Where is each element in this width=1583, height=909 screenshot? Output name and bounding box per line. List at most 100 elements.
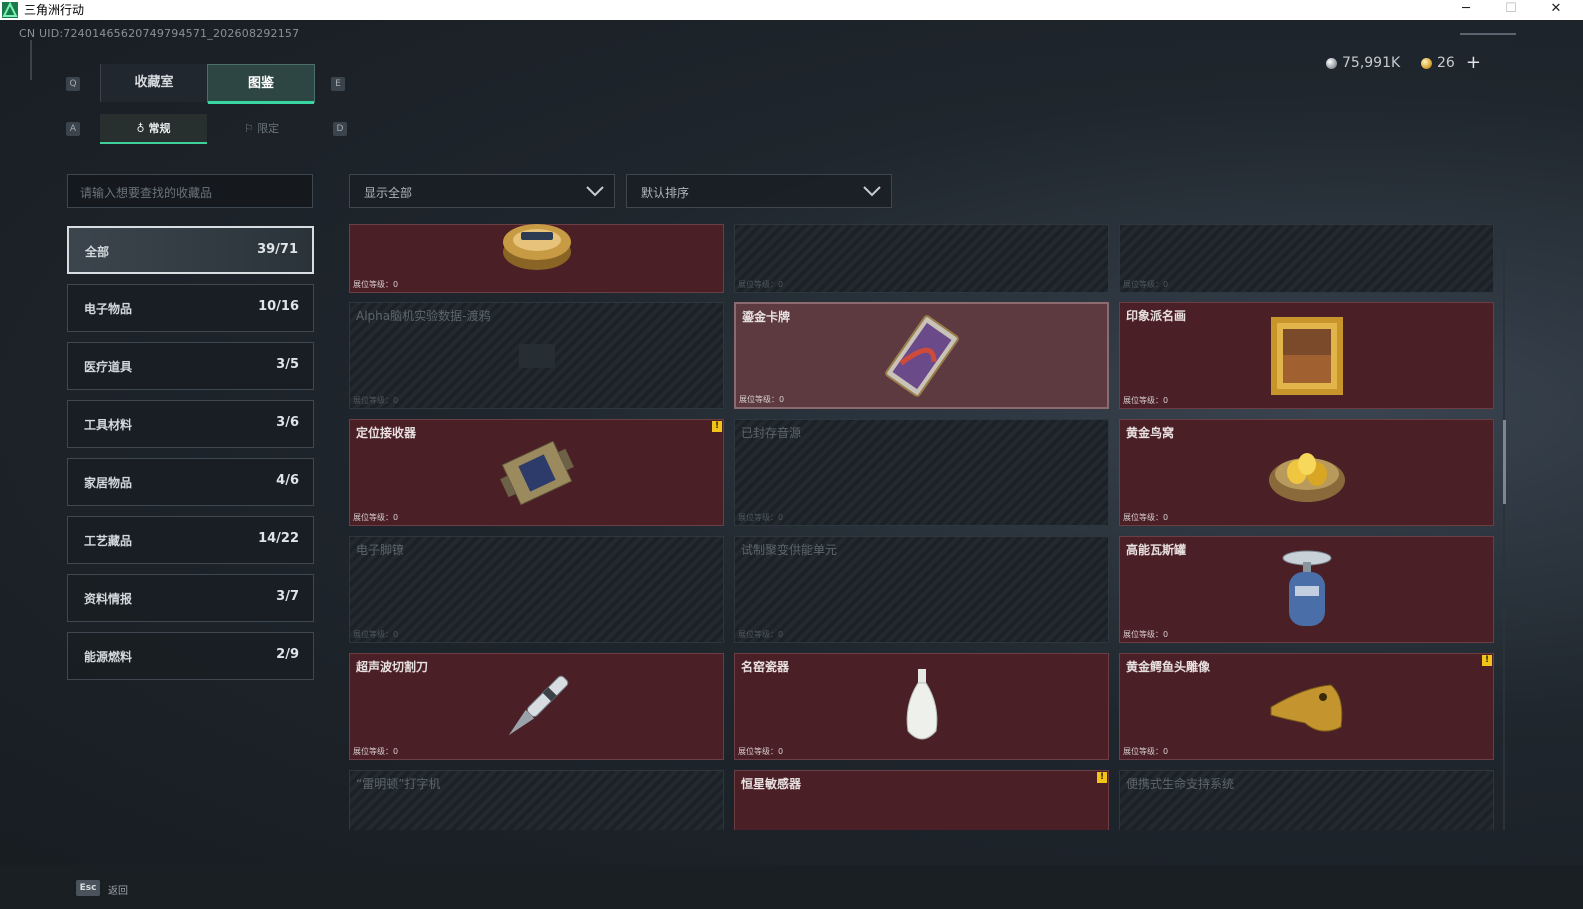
display-level: 展位等级：0: [738, 747, 784, 756]
item-card[interactable]: Alpha脑机实验数据-渡鸦 展位等级：0: [349, 302, 724, 409]
item-card[interactable]: 恒星敏感器 !: [734, 770, 1109, 830]
item-card[interactable]: 电子脚镣 展位等级：0: [349, 536, 724, 643]
item-card[interactable]: 超声波切割刀 展位等级：0: [349, 653, 724, 760]
category-fuel[interactable]: 能源燃料 2/9: [67, 632, 314, 680]
category-tools[interactable]: 工具材料 3/6: [67, 400, 314, 448]
caviar-tin-icon: [502, 224, 571, 271]
key-hint-q: Q: [66, 77, 80, 91]
display-level: 展位等级：0: [353, 513, 399, 522]
item-card[interactable]: 黄金鸟窝 展位等级：0: [1119, 419, 1494, 526]
silver-amount: 75,991K: [1342, 55, 1401, 71]
category-label: 全部: [85, 245, 110, 259]
item-name: “雷明顿”打字机: [356, 777, 441, 791]
category-household[interactable]: 家居物品 4/6: [67, 458, 314, 506]
gilded-card-icon: [884, 314, 959, 397]
item-card[interactable]: 印象派名画 展位等级：0: [1119, 302, 1494, 409]
bottom-bar: [0, 865, 1583, 909]
item-name: 定位接收器: [356, 426, 417, 440]
key-hint-e: E: [331, 77, 345, 91]
item-card[interactable]: “雷明顿”打字机: [349, 770, 724, 830]
item-card[interactable]: 展位等级：0: [349, 224, 724, 293]
gold-balance: 26 +: [1421, 54, 1481, 72]
item-card[interactable]: 便携式生命支持系统: [1119, 770, 1494, 830]
tab-codex[interactable]: 图鉴: [207, 64, 315, 104]
item-card[interactable]: 黄金鳄鱼头雕像 ! 展位等级：0: [1119, 653, 1494, 760]
minimize-button[interactable]: ─: [1446, 0, 1486, 20]
star-sensor-icon: [892, 827, 952, 830]
subtab-normal[interactable]: ♁ 常规: [100, 114, 207, 144]
category-count: 3/6: [276, 415, 299, 430]
gold-crocodile-icon: [1270, 683, 1342, 732]
item-card[interactable]: 试制聚变供能单元 展位等级：0: [734, 536, 1109, 643]
active-tab-underline: [208, 101, 314, 104]
item-card[interactable]: 名窑瓷器 展位等级：0: [734, 653, 1109, 760]
uid-label: CN UID:72401465620749794571_202608292157: [19, 27, 300, 40]
category-crafts[interactable]: 工艺藏品 14/22: [67, 516, 314, 564]
subtab-normal-label: 常规: [148, 122, 171, 135]
category-electronics[interactable]: 电子物品 10/16: [67, 284, 314, 332]
category-label: 家居物品: [84, 476, 133, 490]
key-hint-d: D: [333, 122, 347, 136]
search-input[interactable]: 请输入想要查找的收藏品: [67, 174, 313, 208]
tab-collection-room[interactable]: 收藏室: [100, 64, 207, 102]
sort-value: 默认排序: [641, 186, 690, 200]
item-name: 超声波切割刀: [356, 660, 429, 674]
chevron-down-icon: [586, 186, 604, 197]
item-name: 黄金鸟窝: [1126, 426, 1175, 440]
scrollbar-track[interactable]: [1503, 226, 1505, 830]
gas-canister-icon: [1282, 550, 1331, 626]
tab-codex-label: 图鉴: [247, 76, 274, 91]
category-intel[interactable]: 资料情报 3/7: [67, 574, 314, 622]
item-card[interactable]: 已封存音源 展位等级：0: [734, 419, 1109, 526]
category-count: 39/71: [257, 242, 298, 257]
item-name: Alpha脑机实验数据-渡鸦: [356, 309, 491, 323]
display-level: 展位等级：0: [353, 280, 399, 289]
display-level: 展位等级：0: [1123, 630, 1169, 639]
search-placeholder: 请输入想要查找的收藏品: [80, 186, 213, 200]
close-button[interactable]: ✕: [1536, 0, 1576, 20]
item-name: 高能瓦斯罐: [1126, 543, 1187, 557]
category-label: 能源燃料: [84, 650, 133, 664]
item-name: 鎏金卡牌: [742, 310, 791, 324]
category-medical[interactable]: 医疗道具 3/5: [67, 342, 314, 390]
flask-icon: ♁: [136, 122, 145, 135]
item-name: 电子脚镣: [356, 543, 405, 557]
category-count: 4/6: [276, 473, 299, 488]
display-level: 展位等级：0: [738, 513, 784, 522]
item-card[interactable]: 展位等级：0: [1119, 224, 1494, 293]
filter-value: 显示全部: [364, 186, 413, 200]
item-name: 便携式生命支持系统: [1126, 777, 1235, 791]
display-level: 展位等级：0: [353, 747, 399, 756]
item-card[interactable]: 鎏金卡牌 展位等级：0: [734, 302, 1109, 409]
category-count: 2/9: [276, 647, 299, 662]
esc-key-hint[interactable]: Esc: [76, 880, 100, 896]
item-card[interactable]: 高能瓦斯罐 展位等级：0: [1119, 536, 1494, 643]
category-label: 工具材料: [84, 418, 133, 432]
add-gold-button[interactable]: +: [1466, 54, 1481, 72]
ultrasonic-knife-icon: [508, 675, 568, 735]
item-name: 名窑瓷器: [741, 660, 790, 674]
active-subtab-underline: [100, 142, 207, 144]
golden-nest-icon: [1268, 452, 1345, 502]
maximize-button[interactable]: ☐: [1491, 0, 1531, 20]
filter-dropdown[interactable]: 显示全部: [349, 174, 615, 208]
sort-dropdown[interactable]: 默认排序: [626, 174, 892, 208]
display-level: 展位等级：0: [1123, 396, 1169, 405]
item-card[interactable]: 展位等级：0: [734, 224, 1109, 293]
category-count: 14/22: [258, 531, 299, 546]
display-level: 展位等级：0: [353, 630, 399, 639]
gold-amount: 26: [1437, 55, 1455, 71]
item-name: 恒星敏感器: [741, 777, 802, 791]
collection-grid: 展位等级：0 展位等级：0 展位等级：0 Alpha脑机实验数据-渡鸦 展位等级…: [349, 224, 1495, 830]
item-card[interactable]: 定位接收器 ! 展位等级：0: [349, 419, 724, 526]
display-level: 展位等级：0: [1123, 280, 1169, 289]
display-level: 展位等级：0: [1123, 513, 1169, 522]
category-all[interactable]: 全部 39/71: [67, 226, 314, 274]
decor-line: [30, 40, 32, 80]
gold-coin-icon: [1421, 57, 1432, 69]
new-badge: !: [1097, 772, 1107, 783]
scrollbar-thumb[interactable]: [1503, 420, 1506, 504]
category-count: 3/7: [276, 589, 299, 604]
subtab-limited[interactable]: ⚐ 限定: [208, 114, 315, 144]
back-label[interactable]: 返回: [108, 882, 128, 897]
